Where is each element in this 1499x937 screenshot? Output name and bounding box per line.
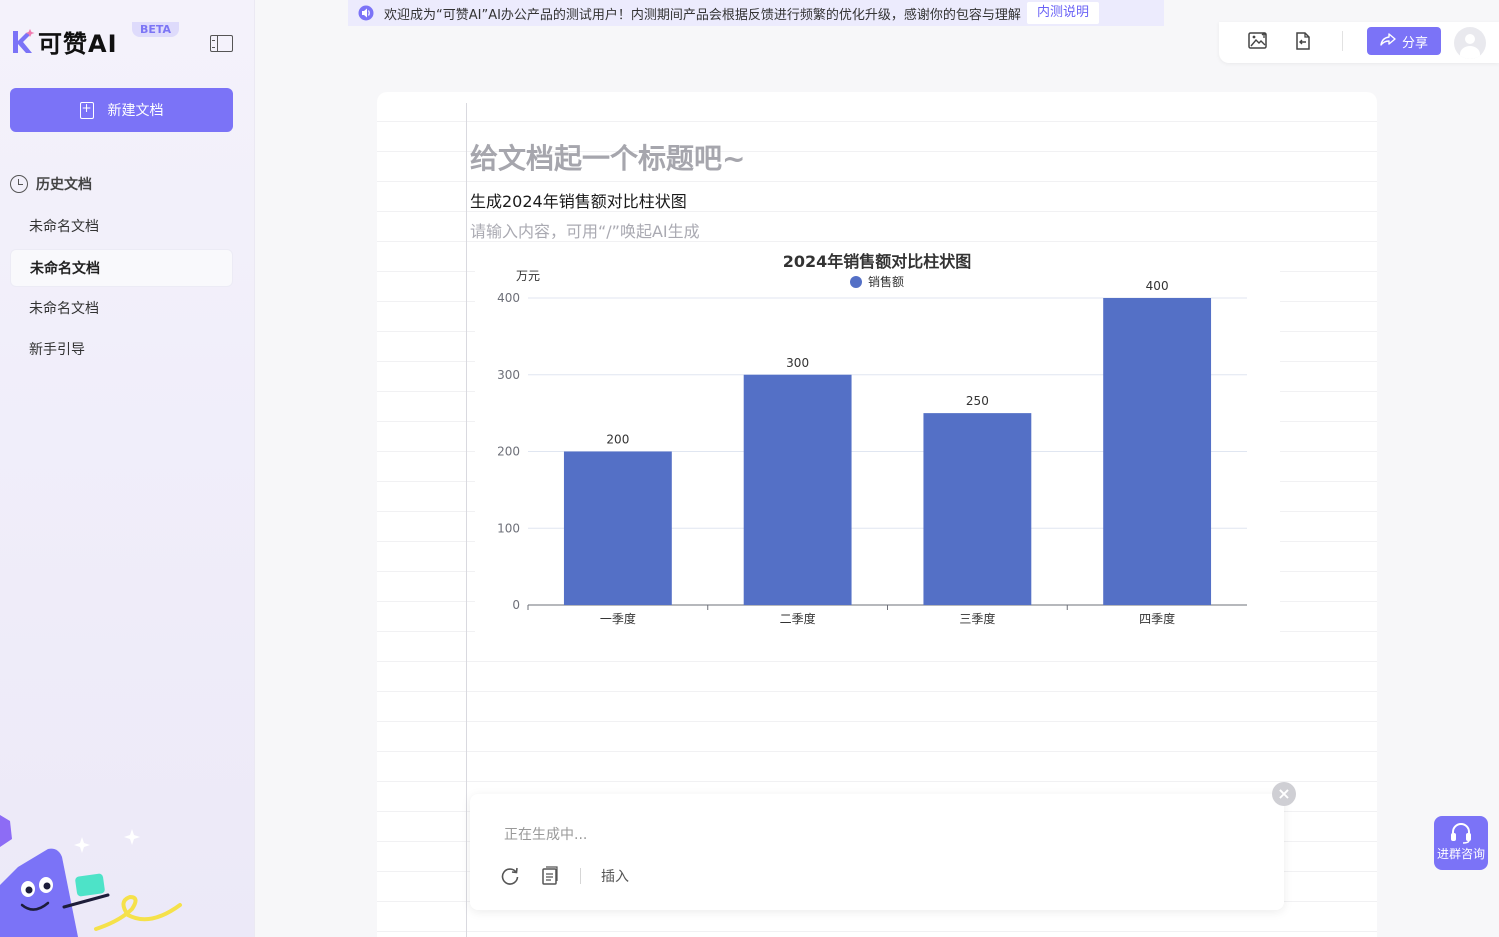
close-panel-icon[interactable]: × <box>1272 782 1296 806</box>
ai-generation-panel: 正在生成中... 插入 <box>470 794 1284 910</box>
bar-chart-svg: 2024年销售额对比柱状图 销售额 万元 0 100 200 300 400 200 一季… <box>497 252 1247 626</box>
regenerate-icon[interactable] <box>500 866 520 886</box>
copy-document-icon[interactable] <box>540 866 560 886</box>
history-item-guide[interactable]: 新手引导 <box>10 331 233 369</box>
bar-value-label: 250 <box>966 394 989 408</box>
history-item[interactable]: 未命名文档 <box>10 290 233 328</box>
bar-value-label: 400 <box>1146 279 1169 293</box>
bar <box>1103 298 1212 605</box>
sidebar-collapse-icon[interactable] <box>210 35 233 52</box>
bar-chart: 2024年销售额对比柱状图 销售额 万元 0 100 200 300 400 200 一季… <box>475 243 1280 638</box>
content-placeholder[interactable]: 请输入内容，可用“/”唤起AI生成 <box>470 218 700 242</box>
bar <box>743 374 852 605</box>
history-title-label: 历史文档 <box>36 177 92 193</box>
announcement-text: 欢迎成为“可赞AI”AI办公产品的测试用户！内测期间产品会根据反馈进行频繁的优化… <box>384 7 1021 23</box>
toolbar-divider <box>1342 31 1343 51</box>
legend-marker <box>850 276 862 288</box>
document-paragraph[interactable]: 生成2024年销售额对比柱状图 <box>470 188 687 212</box>
y-tick-label: 0 <box>512 598 520 612</box>
x-tick-label: 一季度 <box>600 611 636 626</box>
legend-label: 销售额 <box>868 274 904 289</box>
beta-notes-link[interactable]: 内测说明 <box>1026 2 1099 24</box>
share-button[interactable]: 分享 <box>1367 27 1441 55</box>
x-tick-label: 二季度 <box>780 611 816 626</box>
history-list: 未命名文档 未命名文档 未命名文档 新手引导 <box>10 208 233 372</box>
headset-icon <box>1448 822 1474 844</box>
file-export-icon[interactable] <box>1293 32 1313 50</box>
y-tick-label: 100 <box>497 521 520 535</box>
bar <box>563 451 672 605</box>
history-item[interactable]: 未命名文档 <box>10 208 233 246</box>
top-toolbar: 分享 <box>1219 22 1499 63</box>
announcement-bar: 欢迎成为“可赞AI”AI办公产品的测试用户！内测期间产品会根据反馈进行频繁的优化… <box>348 0 1164 26</box>
bar <box>923 413 1032 605</box>
user-avatar-icon[interactable] <box>1454 27 1486 59</box>
document-title-input[interactable]: 给文档起一个标题吧~ <box>470 137 745 177</box>
logo-k-icon <box>10 27 36 57</box>
logo-text: 可赞AI <box>38 30 118 58</box>
speaker-icon <box>356 5 376 21</box>
new-document-button[interactable]: 新建文档 <box>10 88 233 132</box>
history-section-title: 历史文档 <box>10 174 92 194</box>
y-tick-label: 200 <box>497 445 520 459</box>
bar-value-label: 300 <box>786 356 809 370</box>
mascot-illustration <box>0 797 190 937</box>
bar-value-label: 200 <box>606 433 629 447</box>
chart-title: 2024年销售额对比柱状图 <box>783 252 972 271</box>
generation-actions: 插入 <box>500 866 629 886</box>
editor-margin-line <box>466 103 467 937</box>
x-tick-label: 四季度 <box>1139 611 1175 626</box>
share-label: 分享 <box>1401 35 1428 51</box>
consult-label: 进群咨询 <box>1436 847 1485 861</box>
clock-icon <box>10 175 28 193</box>
beta-badge: BETA <box>132 22 180 37</box>
y-tick-label: 300 <box>497 368 520 382</box>
group-consult-button[interactable]: 进群咨询 <box>1434 816 1488 870</box>
new-document-label: 新建文档 <box>107 103 164 119</box>
history-item-active[interactable]: 未命名文档 <box>10 249 233 287</box>
share-icon <box>1380 32 1396 50</box>
y-tick-label: 400 <box>497 291 520 305</box>
sidebar: 可赞AI BETA 新建文档 历史文档 未命名文档 未命名文档 未命名文档 新手… <box>0 0 255 937</box>
actions-divider <box>580 868 581 884</box>
image-upload-icon[interactable] <box>1248 32 1268 50</box>
document-plus-icon <box>79 101 94 119</box>
insert-button[interactable]: 插入 <box>601 866 629 886</box>
logo: 可赞AI BETA <box>10 22 180 59</box>
y-axis-unit: 万元 <box>516 269 540 283</box>
generation-status: 正在生成中... <box>504 827 588 843</box>
x-tick-label: 三季度 <box>959 611 995 626</box>
